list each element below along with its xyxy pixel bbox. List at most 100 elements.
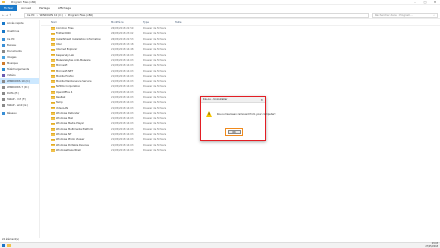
file-name: Windows Multimedia Platform — [56, 127, 94, 131]
sidebar-item-label: Vidéos — [7, 73, 16, 77]
file-name: Microsoft.NET — [56, 69, 74, 73]
file-name-cell: InstallShield Installation Information — [41, 38, 111, 41]
column-name[interactable]: Nom — [41, 21, 111, 24]
sidebar-item-label: WINDOWS 10 (C:) — [7, 79, 31, 83]
drive-icon — [2, 85, 5, 89]
drive-icon — [2, 79, 5, 83]
sidebar-item-label: Ce PC — [7, 37, 15, 41]
folder-icon — [51, 27, 55, 30]
file-row[interactable]: WindowsPowerShell 21/05/2018 14:03 Dossier… — [41, 148, 440, 153]
folder-icon — [51, 53, 55, 57]
ok-button[interactable]: OK — [227, 129, 241, 135]
file-type: Dossier de fichiers — [143, 96, 167, 99]
file-name: Malwarebytes Anti-Malware — [56, 58, 91, 62]
file-name: Windows Portable Devices — [56, 143, 89, 147]
image-icon — [2, 55, 5, 59]
file-type: Dossier de fichiers — [143, 53, 167, 57]
desktop-icon — [2, 43, 5, 47]
item-count: 24 élément(s) — [2, 238, 19, 241]
file-modified: 21/05/2018 14:03 — [111, 117, 134, 121]
file-name: Temp — [56, 101, 63, 105]
folder-icon — [51, 122, 55, 126]
back-icon[interactable]: ← — [2, 13, 5, 17]
file-modified: 21/05/2018 13:18 — [111, 43, 134, 47]
file-modified: 21/05/2018 14:03 — [111, 138, 134, 142]
windows-start-icon[interactable] — [2, 244, 5, 247]
drive-icon — [2, 97, 5, 101]
drive-icon — [2, 103, 5, 107]
file-modified: 21/05/2018 14:03 — [111, 143, 134, 147]
sidebar-item-label: Réseau — [7, 111, 17, 115]
warning-icon — [206, 111, 212, 117]
file-name-cell: Windows Photo Viewer — [41, 138, 111, 141]
forward-icon[interactable]: → — [6, 13, 9, 17]
file-modified: 21/05/2018 14:03 — [111, 106, 134, 110]
file-type: Dossier de fichiers — [143, 74, 167, 78]
file-name: NVIDIA Corporation — [56, 85, 81, 89]
folder-icon — [51, 32, 55, 36]
file-modified: 21/05/2018 14:03 — [111, 58, 134, 62]
file-modified: 21/05/2018 14:03 — [111, 101, 134, 105]
download-icon — [2, 67, 5, 71]
up-icon[interactable]: ↑ — [9, 13, 12, 17]
folder-icon — [51, 96, 55, 99]
breadcrumb-item[interactable]: Ce PC — [27, 14, 35, 17]
folder-icon — [51, 85, 55, 89]
folder-icon — [51, 48, 55, 52]
breadcrumb[interactable]: Ce PC › WINDOWS 10 (C:) › Program Files … — [24, 12, 369, 18]
file-modified: 21/05/2018 14:03 — [111, 80, 134, 84]
folder-icon — [51, 90, 55, 94]
folder-icon — [51, 80, 55, 83]
file-name: Mozilla Maintenance Service — [56, 80, 92, 84]
file-name: Realtek — [56, 96, 66, 99]
file-name: Intel — [56, 43, 62, 47]
breadcrumb-item[interactable]: Program Files (x86) — [68, 14, 93, 17]
file-name: WindowsPowerShell — [56, 148, 81, 152]
sidebar-item[interactable]: Réseau — [0, 110, 39, 116]
clock[interactable]: 23:03 27/05/2018 — [425, 242, 438, 248]
file-explorer-icon[interactable] — [7, 244, 11, 247]
folder-icon — [2, 0, 5, 4]
file-name-cell: WindowsPowerShell — [41, 149, 111, 152]
file-modified: 21/05/2018 14:03 — [111, 127, 134, 131]
file-modified: 21/05/2018 14:03 — [111, 85, 134, 89]
breadcrumb-item[interactable]: WINDOWS 10 (C:) — [40, 14, 63, 17]
folder-icon — [51, 43, 55, 46]
file-name-cell: NVIDIA Corporation — [41, 85, 111, 88]
column-type[interactable]: Type — [143, 21, 175, 24]
file-name-cell: Windows Media Player — [41, 122, 111, 125]
file-modified: 21/05/2018 14:03 — [111, 111, 134, 115]
sidebar-item-label: Téléchargements — [7, 67, 30, 71]
file-name-cell: Windows NT — [41, 133, 111, 136]
column-size[interactable]: Taille — [175, 21, 205, 24]
cloud-icon — [2, 29, 5, 33]
file-modified: 21/05/2018 14:03 — [111, 96, 134, 99]
file-name-cell: VideoLAN — [41, 107, 111, 110]
file-type: Dossier de fichiers — [143, 101, 167, 105]
folder-icon — [51, 101, 55, 105]
close-icon[interactable]: ✕ — [260, 98, 263, 102]
dialog-title: Kis.ou - Uninstaller — [203, 98, 228, 101]
file-name: Fiddler2000 — [56, 32, 71, 36]
column-modified[interactable]: Modifié le — [111, 21, 143, 24]
file-modified: 21/05/2018 14:03 — [111, 148, 134, 152]
search-placeholder: Rechercher dans : Program... — [375, 13, 413, 17]
file-name-cell: Internet Explorer — [41, 48, 111, 51]
search-input[interactable]: Rechercher dans : Program... ⌕ — [372, 12, 438, 18]
file-type: Dossier de fichiers — [143, 90, 167, 94]
file-name: Mozilla Firefox — [56, 74, 74, 78]
file-name-cell: Malwarebytes Anti-Malware — [41, 59, 111, 62]
file-type: Dossier de fichiers — [143, 138, 167, 142]
chevron-right-icon: › — [64, 13, 66, 17]
nav-buttons: ← → ↑ — [2, 13, 12, 17]
file-type: Dossier de fichiers — [143, 58, 167, 62]
file-type: Dossier de fichiers — [143, 133, 167, 137]
dialog-body: Kis.ou has been removed from your comput… — [201, 103, 276, 117]
sidebar-item-label: Images — [7, 55, 17, 59]
chevron-right-icon: › — [36, 13, 38, 17]
file-name: VideoLAN — [56, 106, 69, 110]
file-type: Dossier de fichiers — [143, 43, 167, 47]
folder-icon — [51, 59, 55, 62]
sidebar-item-label: DATA (E:) — [7, 91, 20, 95]
network-icon — [2, 111, 5, 115]
